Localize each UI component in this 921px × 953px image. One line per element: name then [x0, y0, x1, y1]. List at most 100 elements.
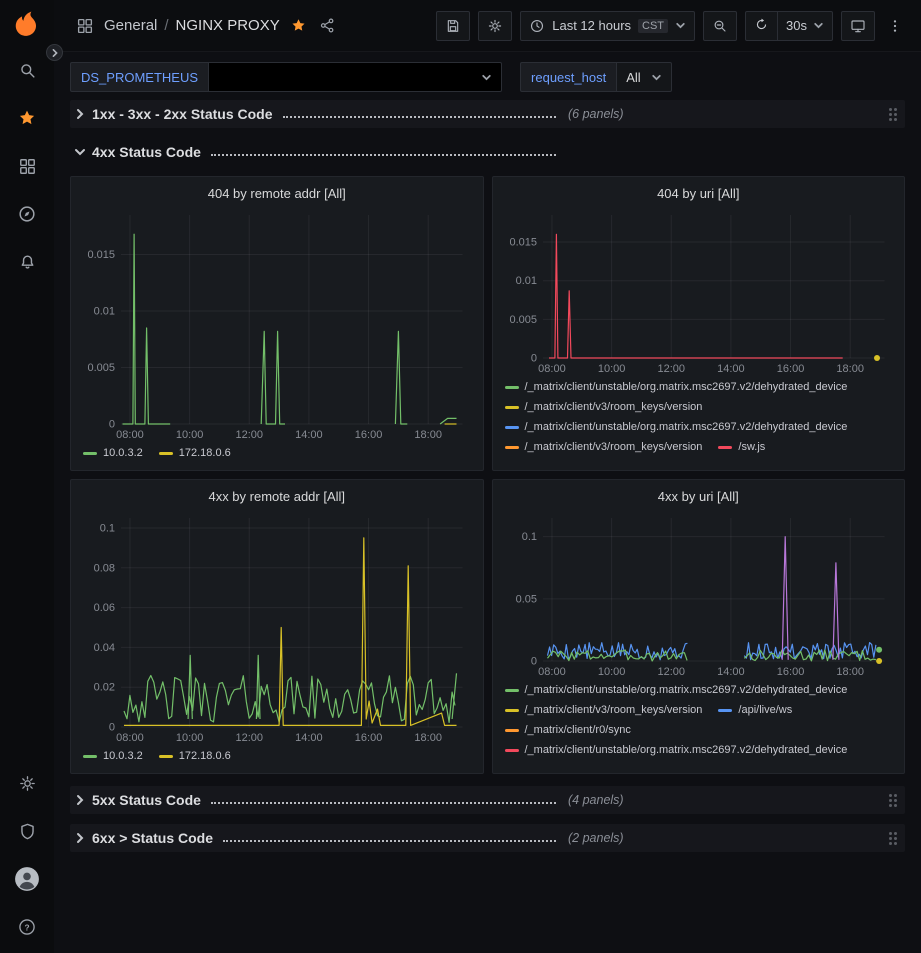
row-header-1xx-3xx-2xx[interactable]: 1xx - 3xx - 2xx Status Code (6 panels): [70, 100, 905, 128]
legend-item[interactable]: 172.18.0.6: [159, 445, 231, 462]
legend-swatch: [505, 689, 519, 692]
row-panel-count: (4 panels): [568, 793, 624, 807]
legend-item[interactable]: 172.18.0.6: [159, 748, 231, 765]
row-drag-handle[interactable]: [889, 108, 897, 121]
chart-legend: /_matrix/client/unstable/org.matrix.msc2…: [503, 376, 895, 462]
dashboard-title[interactable]: NGINX PROXY: [176, 17, 280, 34]
legend-item[interactable]: 10.0.3.2: [83, 748, 143, 765]
row-title: 1xx - 3xx - 2xx Status Code: [92, 106, 273, 122]
legend-swatch: [505, 446, 519, 449]
legend-item[interactable]: 10.0.3.2: [83, 445, 143, 462]
chevron-down-icon: [481, 72, 492, 83]
svg-text:18:00: 18:00: [836, 666, 864, 678]
row-title: 4xx Status Code: [92, 144, 201, 160]
timeseries-chart[interactable]: 08:0010:0012:0014:0016:0018:0000.0050.01…: [503, 207, 895, 376]
save-dashboard-button[interactable]: [436, 11, 470, 41]
svg-text:12:00: 12:00: [657, 363, 685, 375]
time-range-picker[interactable]: Last 12 hours CST: [520, 11, 695, 41]
legend-item[interactable]: /_matrix/client/r0/sync: [505, 722, 631, 739]
panel-title[interactable]: 4xx by remote addr [All]: [81, 484, 473, 510]
breadcrumb-section[interactable]: General: [104, 17, 157, 34]
row-header-5xx[interactable]: 5xx Status Code (4 panels): [70, 786, 905, 814]
panel-404-by-remote-addr: 404 by remote addr [All] 08:0010:0012:00…: [70, 176, 484, 471]
refresh-button[interactable]: [746, 12, 777, 40]
clock-icon: [529, 18, 545, 34]
row-header-6xx[interactable]: 6xx > Status Code (2 panels): [70, 824, 905, 852]
panel-title[interactable]: 4xx by uri [All]: [503, 484, 895, 510]
legend-item[interactable]: /api/live/ws: [718, 702, 792, 719]
variable-label-request-host[interactable]: request_host: [520, 62, 616, 92]
variable-label-ds-prometheus[interactable]: DS_PROMETHEUS: [70, 62, 208, 92]
legend-item[interactable]: /sw.js: [718, 439, 765, 456]
starred-dashboards-icon[interactable]: [11, 102, 43, 134]
timeseries-chart[interactable]: 08:0010:0012:0014:0016:0018:0000.0050.01…: [81, 207, 473, 442]
svg-text:08:00: 08:00: [116, 732, 144, 744]
svg-text:0: 0: [109, 419, 115, 431]
sidebar-expand-button[interactable]: [46, 44, 63, 61]
legend-item[interactable]: /_matrix/client/v3/room_keys/version: [505, 702, 703, 719]
favorite-star-icon[interactable]: [290, 17, 307, 34]
svg-text:08:00: 08:00: [538, 666, 566, 678]
row-dotted-leader: [211, 154, 556, 156]
svg-text:12:00: 12:00: [235, 429, 263, 441]
grafana-logo-icon[interactable]: [11, 8, 43, 40]
svg-text:12:00: 12:00: [235, 732, 263, 744]
legend-item[interactable]: /_matrix/client/v3/room_keys/version: [505, 399, 703, 416]
svg-text:0.04: 0.04: [94, 642, 115, 654]
tv-mode-button[interactable]: [841, 11, 875, 41]
svg-text:0.1: 0.1: [100, 522, 115, 534]
save-icon: [445, 18, 461, 34]
legend-swatch: [718, 709, 732, 712]
dashboard-settings-button[interactable]: [478, 11, 512, 41]
gear-icon: [487, 18, 503, 34]
chart-legend: /_matrix/client/unstable/org.matrix.msc2…: [503, 679, 895, 765]
legend-swatch: [505, 729, 519, 732]
chevron-down-icon: [74, 146, 86, 158]
legend-swatch: [505, 709, 519, 712]
monitor-icon: [850, 18, 866, 34]
row-drag-handle[interactable]: [889, 832, 897, 845]
dashboards-icon[interactable]: [11, 150, 43, 182]
chart-legend: 10.0.3.2 172.18.0.6: [81, 442, 473, 462]
panel-title[interactable]: 404 by uri [All]: [503, 181, 895, 207]
dashboard-variables-row: DS_PROMETHEUS request_host All: [70, 52, 905, 100]
legend-swatch: [83, 452, 97, 455]
legend-item[interactable]: /_matrix/client/unstable/org.matrix.msc2…: [505, 742, 848, 759]
explore-compass-icon[interactable]: [11, 198, 43, 230]
svg-text:0.02: 0.02: [94, 682, 115, 694]
svg-text:16:00: 16:00: [355, 429, 383, 441]
refresh-group: 30s: [745, 11, 833, 41]
more-options-kebab-menu[interactable]: [883, 11, 907, 41]
svg-text:18:00: 18:00: [414, 732, 442, 744]
row-title: 5xx Status Code: [92, 792, 201, 808]
search-icon[interactable]: [11, 54, 43, 86]
svg-text:18:00: 18:00: [836, 363, 864, 375]
svg-text:12:00: 12:00: [657, 666, 685, 678]
timeseries-chart[interactable]: 08:0010:0012:0014:0016:0018:0000.020.040…: [81, 510, 473, 745]
settings-gear-icon[interactable]: [11, 767, 43, 799]
zoom-out-button[interactable]: [703, 11, 737, 41]
legend-item[interactable]: /_matrix/client/unstable/org.matrix.msc2…: [505, 379, 848, 396]
refresh-interval-dropdown[interactable]: 30s: [777, 12, 832, 40]
help-icon[interactable]: ?: [11, 911, 43, 943]
chart-legend: 10.0.3.2 172.18.0.6: [81, 745, 473, 765]
variable-value-ds-prometheus[interactable]: [208, 62, 502, 92]
legend-swatch: [159, 452, 173, 455]
svg-text:10:00: 10:00: [597, 363, 625, 375]
row-dotted-leader: [223, 840, 556, 842]
row-panel-count: (6 panels): [568, 107, 624, 121]
legend-item[interactable]: /_matrix/client/unstable/org.matrix.msc2…: [505, 682, 848, 699]
row-header-4xx[interactable]: 4xx Status Code: [70, 138, 905, 166]
row-drag-handle[interactable]: [889, 794, 897, 807]
panel-title[interactable]: 404 by remote addr [All]: [81, 181, 473, 207]
alerting-bell-icon[interactable]: [11, 246, 43, 278]
admin-shield-icon[interactable]: [11, 815, 43, 847]
legend-item[interactable]: /_matrix/client/unstable/org.matrix.msc2…: [505, 419, 848, 436]
svg-text:0.015: 0.015: [509, 237, 537, 249]
user-avatar[interactable]: [11, 863, 43, 895]
legend-item[interactable]: /_matrix/client/v3/room_keys/version: [505, 439, 703, 456]
variable-value-request-host[interactable]: All: [616, 62, 671, 92]
zoom-out-icon: [712, 18, 728, 34]
timeseries-chart[interactable]: 08:0010:0012:0014:0016:0018:0000.050.1: [503, 510, 895, 679]
share-icon[interactable]: [319, 17, 336, 34]
